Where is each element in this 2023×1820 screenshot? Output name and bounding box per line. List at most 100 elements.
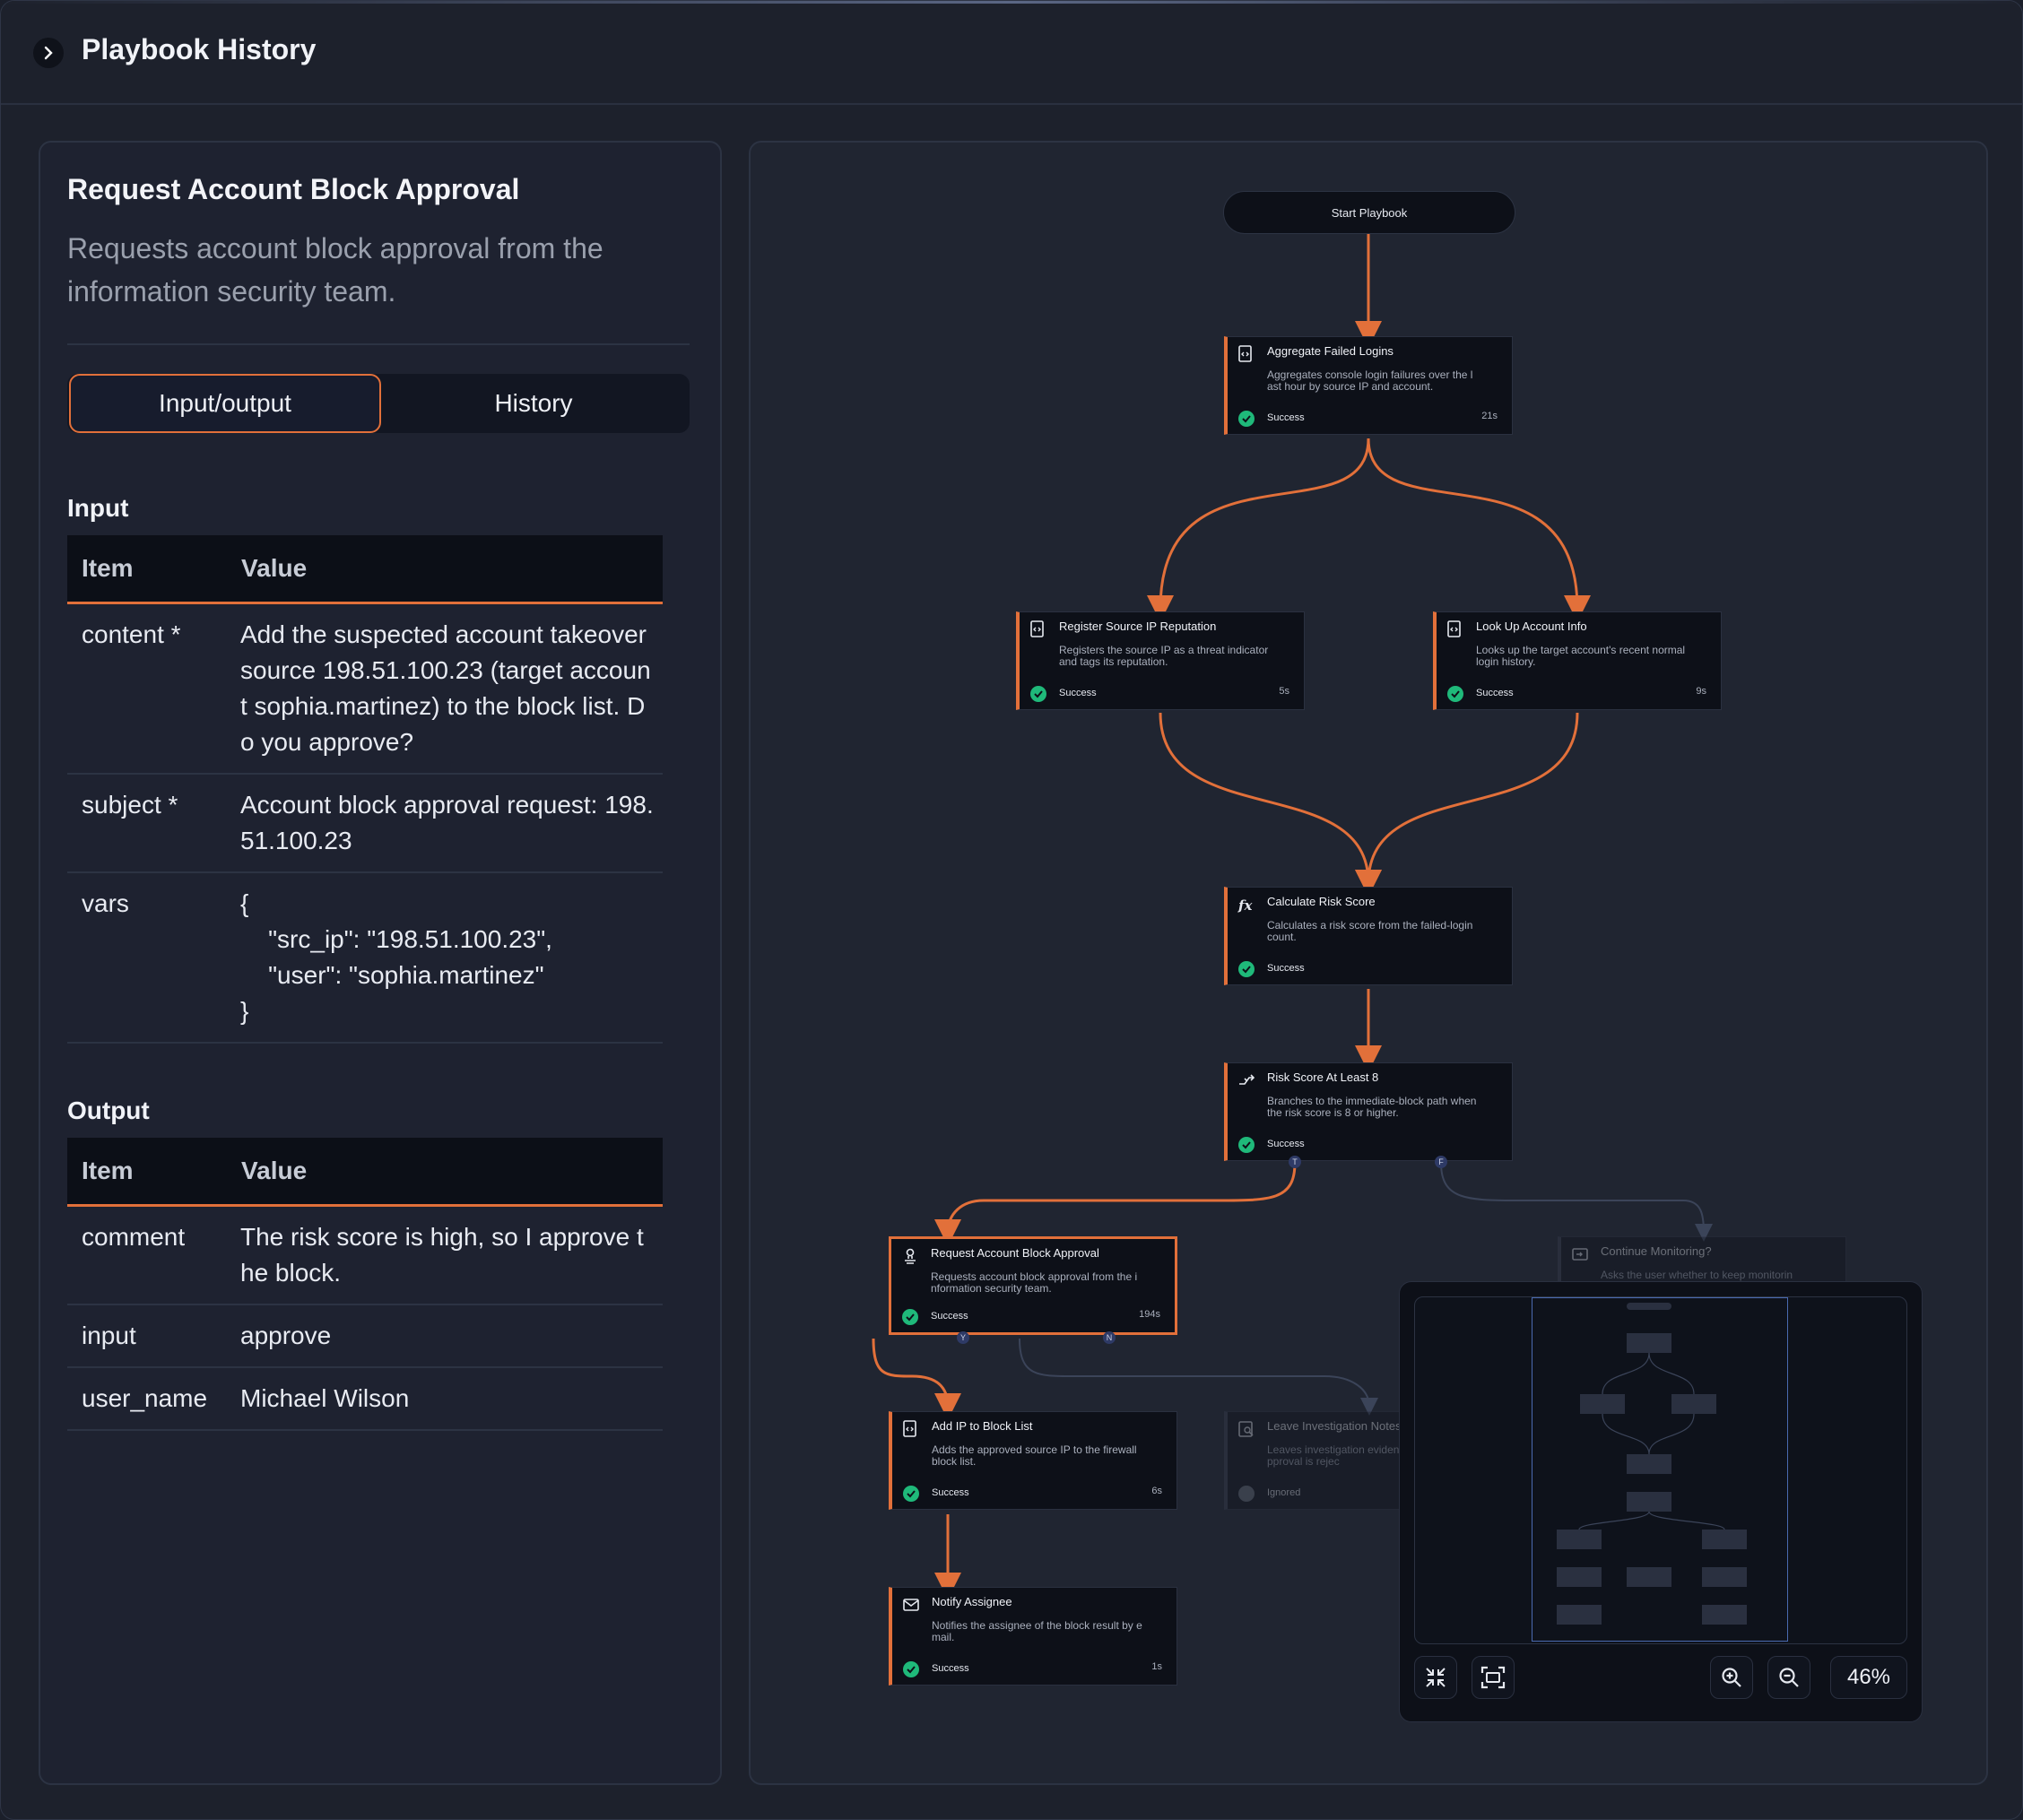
node-detail-panel: Request Account Block Approval Requests … — [39, 141, 722, 1785]
approval-icon — [905, 1248, 916, 1264]
edge-req-leave — [1019, 1338, 1378, 1416]
port-yes[interactable]: Y — [957, 1331, 969, 1344]
edge-req-addip — [872, 1338, 961, 1420]
node-status: Success — [1059, 688, 1097, 698]
row-item: subject * — [67, 774, 240, 873]
node-description: Branches to the immediate-block path whe… — [1267, 1095, 1477, 1119]
minimap-viewport[interactable] — [1532, 1297, 1788, 1642]
zoom-in-button[interactable] — [1710, 1656, 1753, 1699]
node-description: Aggregates console login failures over t… — [1267, 368, 1473, 393]
row-item: input — [67, 1304, 240, 1368]
column-header-value: Value — [240, 1138, 663, 1207]
node-description: Registers the source IP as a threat indi… — [1059, 644, 1269, 668]
success-check-icon — [1030, 686, 1046, 702]
edge-cond-cont — [1440, 1162, 1713, 1242]
node-status: Success — [1267, 963, 1305, 974]
node-status: Success — [1476, 688, 1514, 698]
node-status: Success — [932, 1663, 969, 1674]
node-title: Request Account Block Approval — [67, 173, 520, 205]
node-duration: 6s — [1151, 1486, 1162, 1496]
flow-node-risk-score-at-least-8[interactable]: Risk Score At Least 8 Branches to the im… — [1224, 1062, 1513, 1161]
prompt-icon — [1572, 1248, 1588, 1261]
output-table: Item Value comment The risk score is hig… — [67, 1138, 663, 1431]
zoom-level: 46% — [1830, 1656, 1907, 1699]
edge-agg-reg — [1147, 438, 1370, 622]
tab-history[interactable]: History — [379, 376, 688, 431]
row-value: { "src_ip": "198.51.100.23", "user": "so… — [240, 872, 663, 1044]
script-icon — [1238, 345, 1252, 362]
port-true[interactable]: T — [1289, 1156, 1301, 1168]
table-header-row: Item Value — [67, 1138, 663, 1207]
header-bar: Playbook History — [1, 1, 2022, 105]
success-check-icon — [1238, 1137, 1255, 1153]
success-check-icon — [1238, 411, 1255, 427]
flow-node-look-up-account-info[interactable]: Look Up Account Info Looks up the target… — [1433, 611, 1722, 710]
flow-node-aggregate-failed-logins[interactable]: Aggregate Failed Logins Aggregates conso… — [1224, 336, 1513, 435]
expand-sidebar-button[interactable] — [33, 38, 64, 68]
row-item: comment — [67, 1205, 240, 1305]
fit-screen-icon — [1480, 1666, 1506, 1689]
zoom-in-icon — [1722, 1668, 1741, 1687]
row-item: vars — [67, 872, 240, 1044]
edge-cond-req — [934, 1162, 1297, 1246]
shrink-icon — [1426, 1668, 1446, 1687]
node-description: Calculates a risk score from the failed-… — [1267, 919, 1473, 943]
ignored-icon — [1238, 1486, 1255, 1502]
port-no[interactable]: N — [1103, 1331, 1116, 1344]
fit-view-button[interactable] — [1472, 1656, 1515, 1699]
detail-tabs: Input/output History — [67, 374, 690, 433]
node-description: Requests account block approval from the… — [67, 232, 603, 308]
node-duration: 21s — [1481, 411, 1498, 421]
svg-text:fx: fx — [1237, 897, 1253, 914]
flow-node-register-source-ip-reputation[interactable]: Register Source IP Reputation Registers … — [1016, 611, 1305, 710]
branch-icon — [1239, 1074, 1255, 1085]
start-playbook-node[interactable]: Start Playbook — [1223, 191, 1515, 234]
edge-look-calc — [1355, 712, 1579, 897]
row-item: user_name — [67, 1367, 240, 1431]
success-check-icon — [1447, 686, 1463, 702]
node-title: Continue Monitoring? — [1601, 1244, 1712, 1258]
page-title: Playbook History — [82, 33, 317, 65]
flow-node-add-ip-to-block-list[interactable]: Add IP to Block List Adds the approved s… — [889, 1411, 1177, 1510]
node-description: Adds the approved source IP to the firew… — [932, 1443, 1137, 1468]
collapse-view-button[interactable] — [1414, 1656, 1457, 1699]
note-icon — [1238, 1421, 1254, 1437]
zoom-out-icon — [1779, 1668, 1799, 1687]
input-section-title: Input — [67, 494, 129, 522]
node-title: Register Source IP Reputation — [1059, 620, 1217, 633]
table-row: vars { "src_ip": "198.51.100.23", "user"… — [67, 872, 663, 1044]
minimap-overview[interactable] — [1414, 1296, 1907, 1644]
row-value: The risk score is high, so I approve the… — [240, 1205, 663, 1305]
table-header-row: Item Value — [67, 535, 663, 604]
flow-node-notify-assignee[interactable]: Notify Assignee Notifies the assignee of… — [889, 1587, 1177, 1686]
node-duration: 1s — [1151, 1661, 1162, 1672]
tab-input-output[interactable]: Input/output — [69, 374, 381, 433]
node-status: Success — [1267, 1139, 1305, 1149]
table-row: input approve — [67, 1304, 663, 1368]
function-icon: fx — [1237, 897, 1253, 914]
flow-node-request-account-block-approval[interactable]: Request Account Block Approval Requests … — [889, 1236, 1177, 1335]
script-icon — [903, 1420, 916, 1437]
table-row: subject * Account block approval request… — [67, 774, 663, 873]
table-row: user_name Michael Wilson — [67, 1367, 663, 1431]
output-section-title: Output — [67, 1096, 150, 1124]
edge-agg-look — [1367, 438, 1591, 622]
node-status: Success — [931, 1311, 968, 1322]
node-status: Ignored — [1267, 1487, 1301, 1498]
success-check-icon — [903, 1486, 919, 1502]
playbook-canvas[interactable]: Start Playbook Aggregate Failed Logins A… — [749, 141, 1988, 1785]
zoom-out-button[interactable] — [1767, 1656, 1810, 1699]
app-window: Playbook History Request Account Block A… — [0, 0, 2023, 1820]
column-header-value: Value — [240, 535, 663, 604]
flow-node-calculate-risk-score[interactable]: fx Calculate Risk Score Calculates a ris… — [1224, 887, 1513, 985]
node-description: Looks up the target account's recent nor… — [1476, 644, 1686, 668]
node-duration: 9s — [1696, 686, 1706, 697]
node-duration: 194s — [1139, 1309, 1160, 1320]
port-false[interactable]: F — [1435, 1156, 1447, 1168]
node-status: Success — [1267, 412, 1305, 423]
node-description: Asks the user whether to keep monitorin — [1601, 1269, 1793, 1281]
divider — [67, 343, 690, 345]
success-check-icon — [902, 1309, 918, 1325]
node-title: Notify Assignee — [932, 1595, 1012, 1608]
node-title: Aggregate Failed Logins — [1267, 344, 1394, 358]
